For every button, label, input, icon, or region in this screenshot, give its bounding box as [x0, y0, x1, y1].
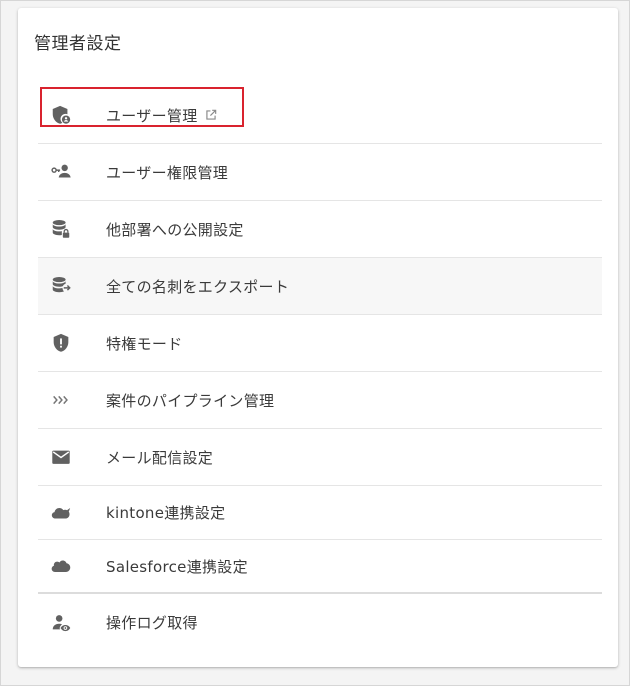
chevrons-right-icon	[49, 388, 73, 412]
menu-item-label: ユーザー権限管理	[106, 163, 229, 182]
menu-item-label: メール配信設定	[106, 448, 214, 467]
menu-item-label: 全ての名刺をエクスポート	[106, 277, 290, 296]
menu-item-user-permission[interactable]: ユーザー権限管理	[38, 144, 602, 201]
cloud-icon	[49, 501, 73, 525]
admin-settings-card: 管理者設定 ユーザー管理 ユーザー権限管理 他部署への公開設定 全ての名刺をエク…	[18, 8, 618, 667]
menu-item-label: 案件のパイプライン管理	[106, 391, 275, 410]
admin-settings-menu: ユーザー管理 ユーザー権限管理 他部署への公開設定 全ての名刺をエクスポート 特…	[38, 87, 602, 651]
menu-item-label: 特権モード	[106, 334, 183, 353]
shield-user-icon	[49, 103, 73, 127]
menu-item-export-cards[interactable]: 全ての名刺をエクスポート	[38, 258, 602, 315]
user-management-label: ユーザー管理	[106, 106, 198, 125]
menu-item-label: 操作ログ取得	[106, 614, 198, 632]
cloud-icon	[49, 554, 73, 578]
menu-item-operation-log[interactable]: 操作ログ取得	[38, 594, 602, 651]
card-title: 管理者設定	[34, 34, 122, 54]
menu-item-label: ユーザー管理	[106, 105, 218, 126]
menu-item-privilege-mode[interactable]: 特権モード	[38, 315, 602, 372]
database-lock-icon	[49, 217, 73, 241]
mail-icon	[49, 445, 73, 469]
menu-item-user-management[interactable]: ユーザー管理	[38, 87, 602, 144]
menu-item-salesforce-integration[interactable]: Salesforce連携設定	[38, 540, 602, 594]
menu-item-kintone-integration[interactable]: kintone連携設定	[38, 486, 602, 540]
menu-item-pipeline-management[interactable]: 案件のパイプライン管理	[38, 372, 602, 429]
window-frame: 管理者設定 ユーザー管理 ユーザー権限管理 他部署への公開設定 全ての名刺をエク…	[0, 0, 630, 686]
menu-item-mail-delivery[interactable]: メール配信設定	[38, 429, 602, 486]
external-link-icon	[204, 108, 218, 122]
menu-item-label: 他部署への公開設定	[106, 220, 244, 239]
user-view-icon	[49, 611, 73, 635]
shield-alert-icon	[49, 331, 73, 355]
key-user-icon	[49, 160, 73, 184]
menu-item-label: kintone連携設定	[106, 504, 226, 522]
menu-item-department-publish[interactable]: 他部署への公開設定	[38, 201, 602, 258]
database-export-icon	[49, 274, 73, 298]
menu-item-label: Salesforce連携設定	[106, 557, 248, 576]
